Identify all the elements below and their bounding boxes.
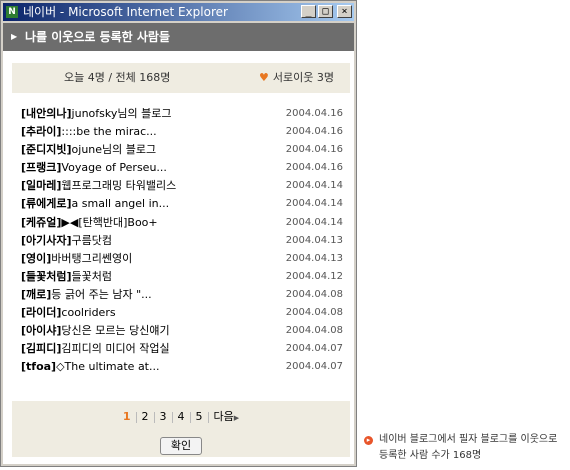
neighbor-date: 2004.04.16 xyxy=(285,126,343,138)
neighbor-counts: 오늘 4명 / 전체 168명 xyxy=(64,71,171,84)
bullet-arrow-icon: ▸ xyxy=(364,436,373,445)
neighbor-blog-title[interactable]: ::::be the mirac... xyxy=(61,125,156,138)
neighbor-blog-title[interactable]: 구름닷컴 xyxy=(72,234,112,247)
pager-area: 1 2 3 4 5 다음▶ 확인 xyxy=(12,401,350,457)
mutual-neighbors-label: 서로이웃 3명 xyxy=(272,71,334,84)
neighbor-blog-title[interactable]: 김피디의 미디어 작업실 xyxy=(61,342,169,355)
neighbor-summary: 오늘 4명 / 전체 168명 ♥ 서로이웃 3명 xyxy=(12,63,350,93)
neighbor-row[interactable]: [들꽃처럼]들꽃처럼 2004.04.12 xyxy=(21,268,343,286)
triangle-right-icon: ▶ xyxy=(11,32,18,41)
neighbor-row[interactable]: [영이]바버탱그리쎈영이 2004.04.13 xyxy=(21,250,343,268)
next-page-label: 다음 xyxy=(213,410,234,423)
mutual-neighbors: ♥ 서로이웃 3명 xyxy=(259,63,334,93)
neighbor-blog-title[interactable]: 당신은 모르는 당신얘기 xyxy=(61,324,169,337)
neighbor-row[interactable]: [케쥬얼]▶◀[탄핵반대]Boo+ 2004.04.14 xyxy=(21,214,343,232)
neighbor-nickname[interactable]: [일마레] xyxy=(21,179,61,192)
next-page-link[interactable]: 다음▶ xyxy=(209,409,245,426)
neighbor-nickname[interactable]: [아기사자] xyxy=(21,234,72,247)
chevron-right-icon: ▶ xyxy=(233,414,240,422)
neighbor-nickname[interactable]: [깨로] xyxy=(21,288,51,301)
page-link-1[interactable]: 1 xyxy=(118,409,136,425)
browser-window: N 네이버 - Microsoft Internet Explorer _ □ … xyxy=(0,0,357,467)
neighbor-date: 2004.04.08 xyxy=(285,307,343,319)
neighbor-date: 2004.04.13 xyxy=(285,252,343,264)
neighbor-blog-title[interactable]: 바버탱그리쎈영이 xyxy=(51,252,132,265)
neighbor-row[interactable]: [일마레]웹프로그래밍 타워밸리스 2004.04.14 xyxy=(21,177,343,195)
neighbor-nickname[interactable]: [들꽃처럼] xyxy=(21,270,72,283)
neighbor-blog-title[interactable]: ▶◀[탄핵반대]Boo+ xyxy=(61,216,157,229)
neighbor-row[interactable]: [김피디]김피디의 미디어 작업실 2004.04.07 xyxy=(21,340,343,358)
neighbor-date: 2004.04.07 xyxy=(285,361,343,373)
page-link-4[interactable]: 4 xyxy=(173,409,190,425)
title-bar[interactable]: N 네이버 - Microsoft Internet Explorer _ □ … xyxy=(3,3,354,21)
page-link-5[interactable]: 5 xyxy=(191,409,208,425)
neighbor-blog-title[interactable]: 들꽃처럼 xyxy=(72,270,112,283)
neighbor-row[interactable]: [내안의나]junofsky님의 블로그 2004.04.16 xyxy=(21,105,343,123)
neighbor-row[interactable]: [라이더]coolriders 2004.04.08 xyxy=(21,304,343,322)
neighbor-row[interactable]: [깨로]등 긁어 주는 남자 "... 2004.04.08 xyxy=(21,286,343,304)
neighbor-row[interactable]: [추라이]::::be the mirac... 2004.04.16 xyxy=(21,123,343,141)
ok-button[interactable]: 확인 xyxy=(160,437,202,455)
figure-caption: ▸ 네이버 블로그에서 필자 블로그를 이웃으로 등록한 사람 수가 168명 xyxy=(364,432,569,464)
close-button[interactable]: × xyxy=(337,5,352,18)
neighbor-blog-title[interactable]: 등 긁어 주는 남자 "... xyxy=(51,288,151,301)
popup-content: ▶ 나를 이웃으로 등록한 사람들 오늘 4명 / 전체 168명 ♥ 서로이웃 … xyxy=(3,23,354,464)
popup-title: 나를 이웃으로 등록한 사람들 xyxy=(25,30,171,44)
neighbor-nickname[interactable]: [케쥬얼] xyxy=(21,216,61,229)
neighbor-blog-title[interactable]: coolriders xyxy=(61,306,115,319)
neighbor-date: 2004.04.08 xyxy=(285,288,343,300)
neighbor-blog-title[interactable]: ojune님의 블로그 xyxy=(72,143,157,156)
neighbor-blog-title[interactable]: a small angel in... xyxy=(72,197,170,210)
page-link-3[interactable]: 3 xyxy=(155,409,172,425)
neighbor-row[interactable]: [프랭크]Voyage of Perseu... 2004.04.16 xyxy=(21,159,343,177)
neighbor-nickname[interactable]: [류에게로] xyxy=(21,197,72,210)
neighbor-date: 2004.04.14 xyxy=(285,198,343,210)
neighbor-blog-title[interactable]: junofsky님의 블로그 xyxy=(72,107,172,120)
neighbor-date: 2004.04.16 xyxy=(285,162,343,174)
page-link-2[interactable]: 2 xyxy=(137,409,154,425)
neighbor-date: 2004.04.13 xyxy=(285,234,343,246)
heart-icon: ♥ xyxy=(259,71,269,84)
neighbor-list: [내안의나]junofsky님의 블로그 2004.04.16 [추라이]::::b… xyxy=(21,105,343,376)
neighbor-row[interactable]: [류에게로]a small angel in... 2004.04.14 xyxy=(21,195,343,213)
caption-line-2: 등록한 사람 수가 168명 xyxy=(379,450,482,461)
neighbor-date: 2004.04.14 xyxy=(285,216,343,228)
neighbor-nickname[interactable]: [김피디] xyxy=(21,342,61,355)
naver-app-icon: N xyxy=(6,6,18,18)
neighbor-nickname[interactable]: [추라이] xyxy=(21,125,61,138)
neighbor-nickname[interactable]: [준디지빗] xyxy=(21,143,72,156)
neighbor-blog-title[interactable]: Voyage of Perseu... xyxy=(61,161,167,174)
neighbor-nickname[interactable]: [프랭크] xyxy=(21,161,61,174)
neighbor-row[interactable]: [아이샤]당신은 모르는 당신얘기 2004.04.08 xyxy=(21,322,343,340)
popup-header: ▶ 나를 이웃으로 등록한 사람들 xyxy=(3,23,354,51)
neighbor-row[interactable]: [아기사자]구름닷컴 2004.04.13 xyxy=(21,232,343,250)
maximize-button[interactable]: □ xyxy=(318,5,333,18)
caption-line-1: 네이버 블로그에서 필자 블로그를 이웃으로 xyxy=(379,434,558,445)
neighbor-nickname[interactable]: [tfoa] xyxy=(21,360,56,373)
neighbor-date: 2004.04.12 xyxy=(285,270,343,282)
neighbor-nickname[interactable]: [내안의나] xyxy=(21,107,72,120)
neighbor-date: 2004.04.14 xyxy=(285,180,343,192)
neighbor-date: 2004.04.07 xyxy=(285,343,343,355)
neighbor-row[interactable]: [준디지빗]ojune님의 블로그 2004.04.16 xyxy=(21,141,343,159)
neighbor-blog-title[interactable]: 웹프로그래밍 타워밸리스 xyxy=(61,179,176,192)
neighbor-row[interactable]: [tfoa]◇The ultimate at... 2004.04.07 xyxy=(21,358,343,376)
neighbor-blog-title[interactable]: ◇The ultimate at... xyxy=(56,360,159,373)
minimize-button[interactable]: _ xyxy=(301,5,316,18)
neighbor-nickname[interactable]: [아이샤] xyxy=(21,324,61,337)
neighbor-nickname[interactable]: [라이더] xyxy=(21,306,61,319)
pagination: 1 2 3 4 5 다음▶ xyxy=(12,409,350,426)
neighbor-date: 2004.04.08 xyxy=(285,325,343,337)
neighbor-date: 2004.04.16 xyxy=(285,108,343,119)
neighbor-date: 2004.04.16 xyxy=(285,144,343,156)
neighbor-nickname[interactable]: [영이] xyxy=(21,252,51,265)
window-title: 네이버 - Microsoft Internet Explorer xyxy=(23,5,228,19)
